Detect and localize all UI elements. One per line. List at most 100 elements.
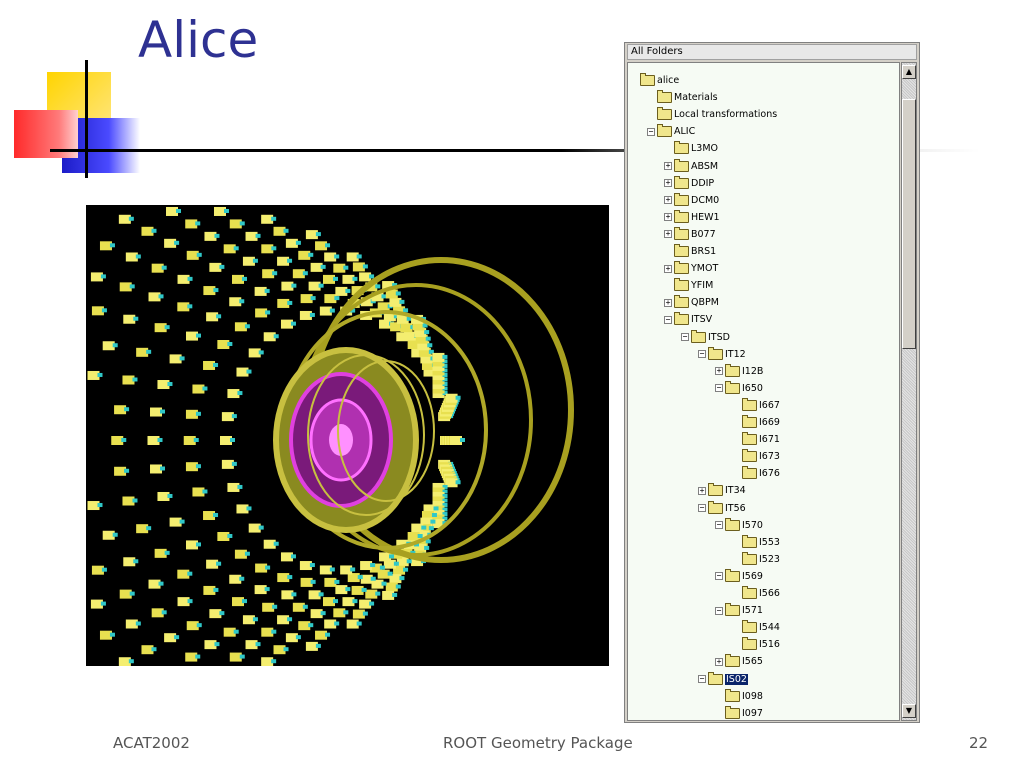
detector-sensor (195, 654, 201, 659)
folder-icon (742, 620, 757, 634)
tree-item[interactable]: − I650 (715, 380, 763, 397)
detector-sensor (329, 567, 335, 572)
collapse-icon[interactable]: − (715, 572, 723, 581)
detector-sensor (318, 283, 324, 288)
detector-sensor (97, 503, 103, 508)
tree-item[interactable]: I553 (732, 534, 780, 551)
tree-item[interactable]: − IT56 (698, 500, 746, 517)
tree-item[interactable]: + B077 (664, 226, 716, 243)
detector-sensor (109, 632, 115, 637)
tree-item[interactable]: I566 (732, 585, 780, 602)
detector-sensor (287, 575, 293, 580)
detector-sensor (129, 591, 135, 596)
tree-item[interactable]: + DCM0 (664, 192, 719, 209)
tree-item[interactable]: I516 (732, 636, 780, 653)
tree-item[interactable]: − ITSD (681, 329, 730, 346)
tree-item[interactable]: + IT34 (698, 482, 746, 499)
tree-item-label: IT34 (725, 485, 746, 497)
collapse-icon[interactable]: − (698, 675, 706, 683)
tree-item[interactable]: − I571 (715, 602, 763, 619)
expand-icon[interactable]: + (664, 298, 672, 307)
tree-item-label: I098 (742, 690, 763, 702)
expand-icon[interactable]: + (664, 230, 672, 239)
detector-sensor (273, 541, 279, 546)
tree-item[interactable]: alice (630, 72, 679, 89)
folder-icon (742, 397, 757, 411)
tree-item[interactable]: Materials (647, 89, 718, 106)
tree-item[interactable]: I667 (732, 397, 780, 414)
tree-item[interactable]: + I12B (715, 363, 763, 380)
expand-icon[interactable]: + (664, 162, 672, 170)
expand-icon[interactable]: + (664, 196, 672, 205)
folder-icon (674, 312, 689, 326)
tree-item[interactable]: I544 (732, 619, 780, 636)
detector-sensor (271, 629, 277, 634)
collapse-icon[interactable]: − (715, 384, 723, 393)
collapse-icon[interactable]: − (715, 606, 723, 615)
tree-item[interactable]: + DDIP (664, 175, 714, 192)
tree-item-label: I565 (742, 656, 763, 668)
detector-sensor (343, 610, 349, 615)
detector-sensor (310, 579, 316, 584)
tree-item[interactable]: I523 (732, 551, 780, 568)
tree-item[interactable]: I098 (715, 688, 763, 705)
tree-item-label: IS02 (725, 673, 748, 685)
detector-sensor (320, 611, 326, 616)
expand-icon[interactable]: + (664, 213, 672, 222)
tree-item[interactable]: − ALIC (647, 123, 695, 140)
tree-item[interactable]: Local transformations (647, 106, 777, 123)
folder-tree[interactable]: alice Materials Local transformations − ALIC… (627, 62, 900, 721)
tree-item[interactable]: I671 (732, 431, 780, 448)
vertical-rule (85, 60, 88, 178)
scroll-up-button[interactable]: ▲ (902, 65, 916, 79)
detector-sensor (195, 333, 201, 338)
tree-item[interactable]: I673 (732, 448, 780, 465)
collapse-icon[interactable]: − (698, 504, 706, 512)
detector-sensor (132, 498, 138, 503)
tree-item[interactable]: + I565 (715, 653, 763, 670)
tree-item[interactable]: I669 (732, 414, 780, 431)
detector-sensor (370, 563, 376, 568)
detector-sensor (389, 554, 395, 559)
tree-item-label: B077 (691, 228, 716, 240)
expand-icon[interactable]: + (664, 179, 672, 188)
tree-item[interactable]: I676 (732, 465, 780, 482)
tree-item[interactable]: − ITSV (664, 311, 712, 328)
detector-sensor (239, 299, 245, 304)
detector-sensor (214, 233, 220, 238)
collapse-icon[interactable]: − (698, 350, 706, 359)
scroll-thumb[interactable] (902, 99, 916, 349)
tree-item[interactable]: + HEW1 (664, 209, 720, 226)
expand-icon[interactable]: + (664, 264, 672, 273)
detector-sensor (369, 274, 375, 279)
detector-sensor (381, 581, 387, 586)
tree-item[interactable]: − I569 (715, 568, 763, 585)
tree-item[interactable]: − IS02 (698, 671, 748, 688)
tree-item[interactable]: − IT12 (698, 346, 746, 363)
tree-item[interactable]: I097 (715, 705, 763, 720)
tree-item[interactable]: BRS1 (664, 243, 716, 260)
tree-item[interactable]: YFIM (664, 277, 713, 294)
expand-icon[interactable]: + (715, 657, 723, 666)
collapse-icon[interactable]: − (681, 333, 689, 341)
detector-sensor (255, 642, 261, 647)
tree-item[interactable]: + QBPM (664, 294, 719, 311)
tree-item[interactable]: − I570 (715, 517, 763, 534)
scroll-down-button[interactable]: ▼ (902, 704, 916, 718)
tree-item[interactable]: + ABSM (664, 158, 718, 175)
expand-icon[interactable]: + (715, 367, 723, 376)
tree-item[interactable]: L3MO (664, 140, 718, 157)
collapse-icon[interactable]: − (647, 127, 655, 136)
detector-sensor (146, 526, 152, 531)
detector-sensor (179, 519, 185, 524)
detector-sensor (352, 276, 358, 281)
detector-sensor (109, 243, 115, 248)
collapse-icon[interactable]: − (664, 315, 672, 324)
detector-sensor (375, 591, 381, 596)
collapse-icon[interactable]: − (715, 521, 723, 530)
detector-sensor (283, 647, 289, 652)
expand-icon[interactable]: + (698, 486, 706, 495)
detector-sensor (399, 299, 405, 304)
tree-item[interactable]: + YMOT (664, 260, 718, 277)
vertical-scrollbar[interactable]: ▲ ▼ (901, 62, 917, 721)
